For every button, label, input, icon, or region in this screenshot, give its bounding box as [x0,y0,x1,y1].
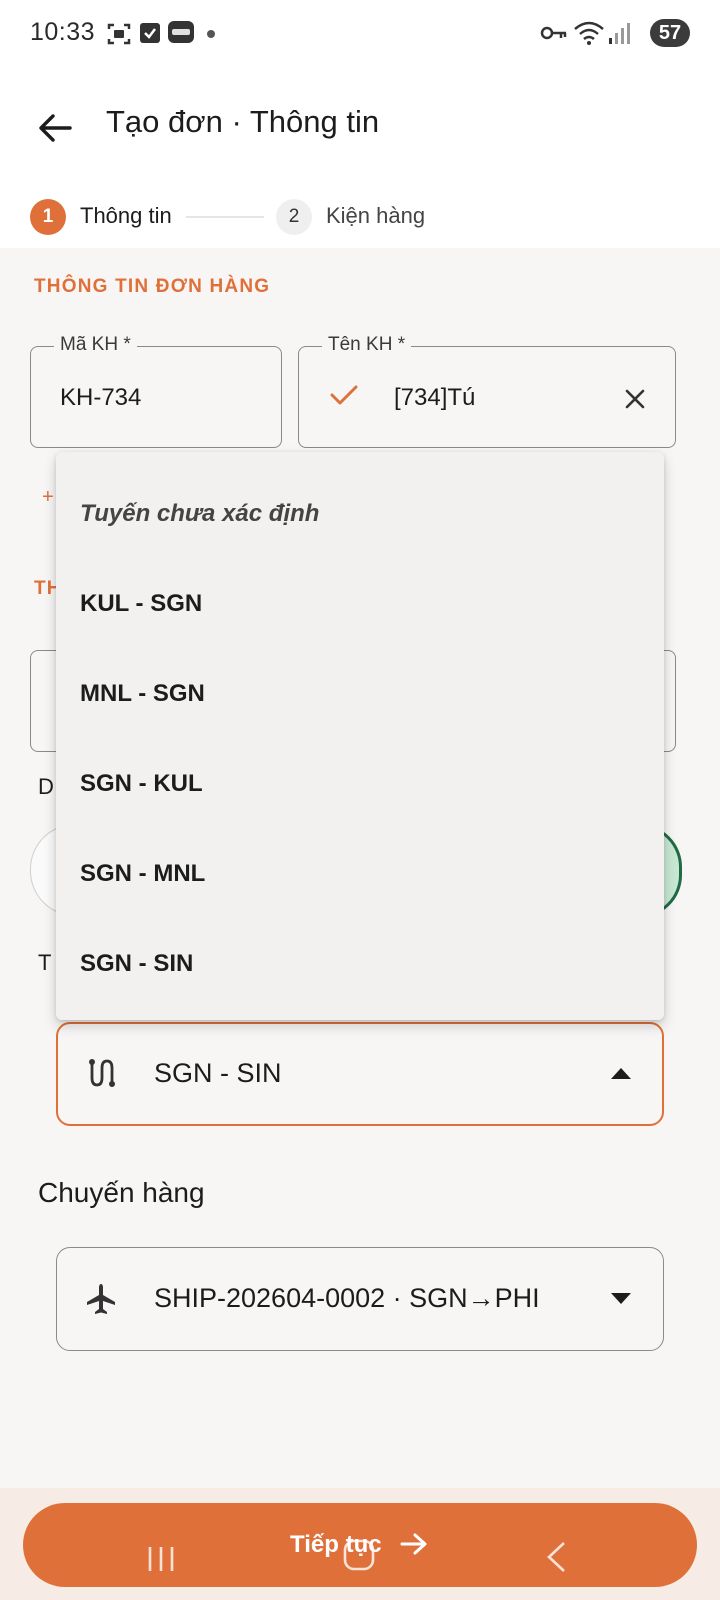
status-time: 10:33 [30,18,96,46]
wifi-icon [574,21,604,45]
customer-code-value: KH-734 [60,384,142,411]
customer-name-label: Tên KH * [322,334,412,356]
route-option-undetermined[interactable]: Tuyến chưa xác định [80,500,319,528]
route-option-kul-sgn[interactable]: KUL - SGN [80,590,202,618]
route-option-mnl-sgn[interactable]: MNL - SGN [80,680,205,708]
close-icon [625,389,645,409]
hidden-label-t: T [38,950,52,975]
arrow-left-icon [39,114,72,142]
route-icon [89,1059,115,1087]
route-value: SGN - SIN [154,1058,282,1088]
check-icon [330,385,358,405]
caret-down-icon [611,1293,631,1304]
screenshot-icon [107,23,131,45]
arrow-right-icon [400,1533,427,1555]
stepper-connector [186,216,264,218]
route-option-sgn-sin[interactable]: SGN - SIN [80,950,193,978]
back-button[interactable] [30,103,80,153]
shipment-value: SHIP-202604-0002 · SGN→PHI [154,1283,540,1313]
page-title: Tạo đơn · Thông tin [106,104,380,139]
section-title-order-info: THÔNG TIN ĐƠN HÀNG [34,276,271,297]
caret-up-icon [611,1068,631,1079]
step-1-label: Thông tin [80,203,172,228]
recent-apps-icon[interactable] [146,1544,176,1574]
clear-button[interactable] [622,386,648,412]
hidden-label-d: D [38,774,54,799]
route-option-sgn-mnl[interactable]: SGN - MNL [80,860,205,888]
shipment-label: Chuyến hàng [38,1177,205,1208]
notification-dot-icon [207,30,215,38]
home-icon[interactable] [342,1538,376,1572]
route-dropdown-menu: Tuyến chưa xác định KUL - SGN MNL - SGN … [56,452,664,1020]
system-back-icon[interactable] [544,1540,568,1574]
route-select[interactable] [56,1022,664,1126]
add-link-prefix[interactable]: + [42,486,54,509]
route-option-sgn-kul[interactable]: SGN - KUL [80,770,203,798]
step-2-label: Kiện hàng [326,203,426,228]
check-box-icon [140,23,160,43]
customer-code-label: Mã KH * [54,334,137,356]
signal-icon [609,23,630,44]
step-1-number: 1 [30,199,66,235]
battery-icon: 57 [650,19,690,47]
customer-name-value: [734]Tú [394,384,476,411]
step-2-number: 2 [276,199,312,235]
vpn-key-icon [540,26,567,40]
airplane-icon [87,1284,115,1314]
zalo-icon [168,21,194,43]
